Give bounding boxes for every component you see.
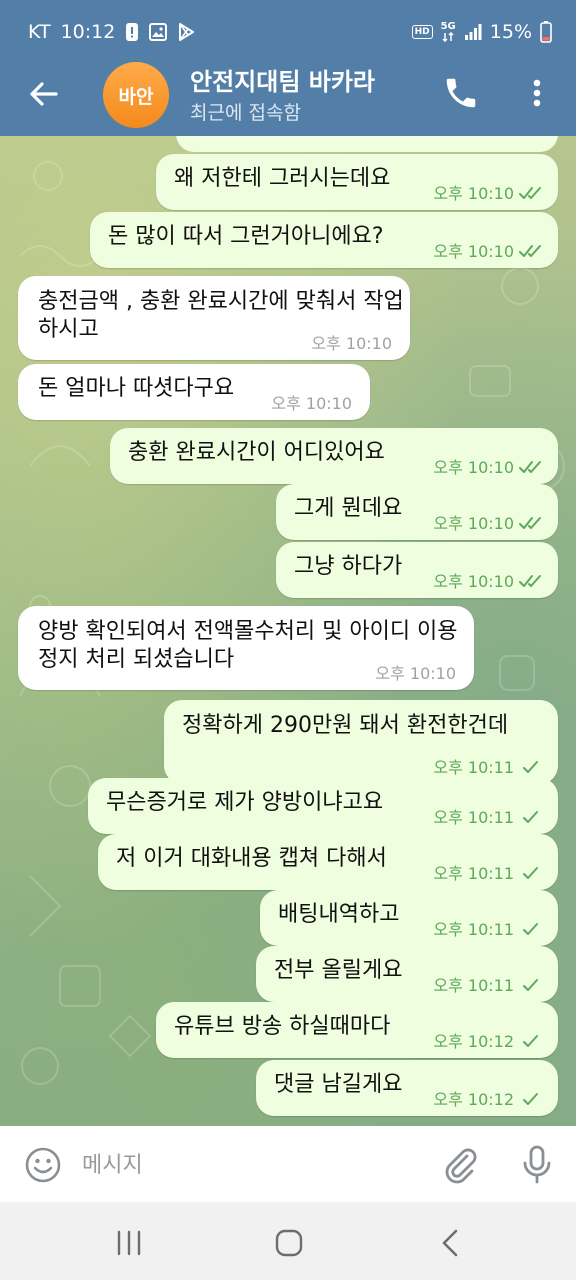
message-text: 무슨증거로 제가 양방이냐고요 <box>106 790 384 815</box>
emoji-icon <box>25 1147 61 1183</box>
message-time: 오후 10:10 <box>433 184 514 203</box>
check-icon <box>523 979 538 991</box>
message-bubble-outgoing[interactable]: 댓글 남길게요 오후 10:12 <box>256 1060 558 1116</box>
message-bubble-incoming[interactable]: 충전금액 , 충환 완료시간에 맞춰서 작업하시고 오후 10:10 <box>18 276 410 360</box>
attach-button[interactable] <box>440 1144 480 1184</box>
phone-icon <box>446 78 476 108</box>
back-chevron-icon <box>442 1229 458 1257</box>
attach-icon <box>445 1148 477 1184</box>
chat-subtitle: 최근에 접속함 <box>190 102 301 124</box>
status-time: 10:12 <box>60 21 116 43</box>
message-bubble-outgoing[interactable]: 돈 많이 따서 그런거아니에요? 오후 10:10 <box>90 212 558 268</box>
status-right: HD 5G 15% <box>411 18 552 46</box>
message-text: 정확하게 290만원 돼서 환전한건데 <box>182 713 509 738</box>
message-time: 오후 10:11 <box>433 864 514 883</box>
back-arrow-icon <box>30 82 58 106</box>
recents-icon <box>117 1230 141 1256</box>
message-text: 댓글 남길게요 <box>274 1072 403 1097</box>
chat-area[interactable]: 왜 저한테 그러시는데요 오후 10:10 돈 많이 따서 그런거아니에요? 오… <box>0 136 576 1126</box>
message-time: 오후 10:10 <box>433 458 514 477</box>
message-bubble-outgoing[interactable]: 유튜브 방송 하실때마다 오후 10:12 <box>156 1002 558 1058</box>
message-bubble-outgoing[interactable]: 왜 저한테 그러시는데요 오후 10:10 <box>156 154 558 210</box>
double-check-icon <box>519 187 541 199</box>
message-text: 유튜브 방송 하실때마다 <box>174 1014 391 1039</box>
double-check-icon <box>519 575 541 587</box>
message-bubble-outgoing[interactable]: 전부 올릴게요 오후 10:11 <box>256 946 558 1002</box>
message-time: 오후 10:11 <box>433 976 514 995</box>
status-bar: KT 10:12 HD 5G 15% <box>0 0 576 62</box>
message-text: 그냥 하다가 <box>294 554 403 579</box>
double-check-icon <box>519 245 541 257</box>
play-store-icon <box>177 23 195 41</box>
message-time: 오후 10:12 <box>433 1090 514 1109</box>
chat-title[interactable]: 안전지대팀 바카라 <box>190 62 375 97</box>
message-time: 오후 10:12 <box>433 1032 514 1051</box>
message-time: 오후 10:10 <box>271 394 352 413</box>
check-icon <box>523 923 538 935</box>
message-bubble-outgoing[interactable]: 저 이거 대화내용 캡쳐 다해서 오후 10:11 <box>98 834 558 890</box>
back-button[interactable] <box>26 76 62 112</box>
status-left: KT 10:12 <box>28 18 195 46</box>
mic-button[interactable] <box>520 1144 554 1186</box>
check-icon <box>523 867 538 879</box>
message-time: 오후 10:10 <box>375 664 456 683</box>
message-time: 오후 10:11 <box>433 758 514 777</box>
message-bubble-outgoing[interactable]: 그냥 하다가 오후 10:10 <box>276 542 558 598</box>
message-bubble-outgoing[interactable]: 그게 뭔데요 오후 10:10 <box>276 484 558 540</box>
battery-icon <box>540 21 552 43</box>
more-button[interactable] <box>522 74 552 112</box>
message-text: 왜 저한테 그러시는데요 <box>174 166 391 191</box>
alert-icon <box>125 22 139 42</box>
message-bubble-outgoing[interactable]: 정확하게 290만원 돼서 환전한건데 오후 10:11 <box>164 700 558 784</box>
message-bubble-outgoing[interactable]: 무슨증거로 제가 양방이냐고요 오후 10:11 <box>88 778 558 834</box>
message-bubble-outgoing[interactable]: 충환 완료시간이 어디있어요 오후 10:10 <box>110 428 558 484</box>
hd-badge: HD <box>411 25 433 39</box>
chat-header: 바안 안전지대팀 바카라 최근에 접속함 <box>0 62 576 136</box>
message-text: 그게 뭔데요 <box>294 496 403 521</box>
check-icon <box>523 1093 538 1105</box>
carrier: KT <box>28 21 51 43</box>
check-icon <box>523 811 538 823</box>
system-nav-bar <box>0 1202 576 1280</box>
avatar[interactable]: 바안 <box>103 62 169 128</box>
message-bubble-outgoing[interactable]: 배팅내역하고 오후 10:11 <box>260 890 558 946</box>
home-button[interactable] <box>272 1226 306 1260</box>
message-bubble-incoming[interactable]: 돈 얼마나 따셧다구요 오후 10:10 <box>18 364 370 420</box>
back-nav-button[interactable] <box>434 1226 468 1260</box>
partial-message-bubble <box>176 136 558 152</box>
more-vert-icon <box>533 79 541 107</box>
message-text: 돈 많이 따서 그런거아니에요? <box>108 224 384 249</box>
network-label: 5G <box>440 21 456 32</box>
message-time: 오후 10:10 <box>433 514 514 533</box>
message-text: 전부 올릴게요 <box>274 958 403 983</box>
mic-icon <box>523 1145 551 1184</box>
signal-icon <box>464 23 482 41</box>
message-time: 오후 10:11 <box>433 920 514 939</box>
double-check-icon <box>519 517 541 529</box>
message-text: 충환 완료시간이 어디있어요 <box>128 440 385 465</box>
message-time: 오후 10:10 <box>311 334 392 353</box>
network-5g-icon: 5G <box>441 22 456 42</box>
message-input[interactable] <box>82 1146 422 1184</box>
message-bubble-incoming[interactable]: 양방 확인되여서 전액몰수처리 및 아이디 이용정지 처리 되셨습니다 오후 1… <box>18 606 474 690</box>
double-check-icon <box>519 461 541 473</box>
recents-button[interactable] <box>112 1226 146 1260</box>
gallery-icon <box>149 23 168 41</box>
call-button[interactable] <box>442 74 480 112</box>
home-icon <box>275 1229 303 1257</box>
message-time: 오후 10:10 <box>433 242 514 261</box>
message-time: 오후 10:11 <box>433 808 514 827</box>
message-input-bar <box>0 1126 576 1202</box>
check-icon <box>523 1035 538 1047</box>
check-icon <box>523 761 538 773</box>
message-text: 배팅내역하고 <box>278 902 400 927</box>
message-text: 돈 얼마나 따셧다구요 <box>38 376 235 401</box>
battery-percent: 15% <box>489 21 532 43</box>
message-time: 오후 10:10 <box>433 572 514 591</box>
message-text: 저 이거 대화내용 캡쳐 다해서 <box>116 846 387 871</box>
emoji-button[interactable] <box>24 1146 62 1184</box>
